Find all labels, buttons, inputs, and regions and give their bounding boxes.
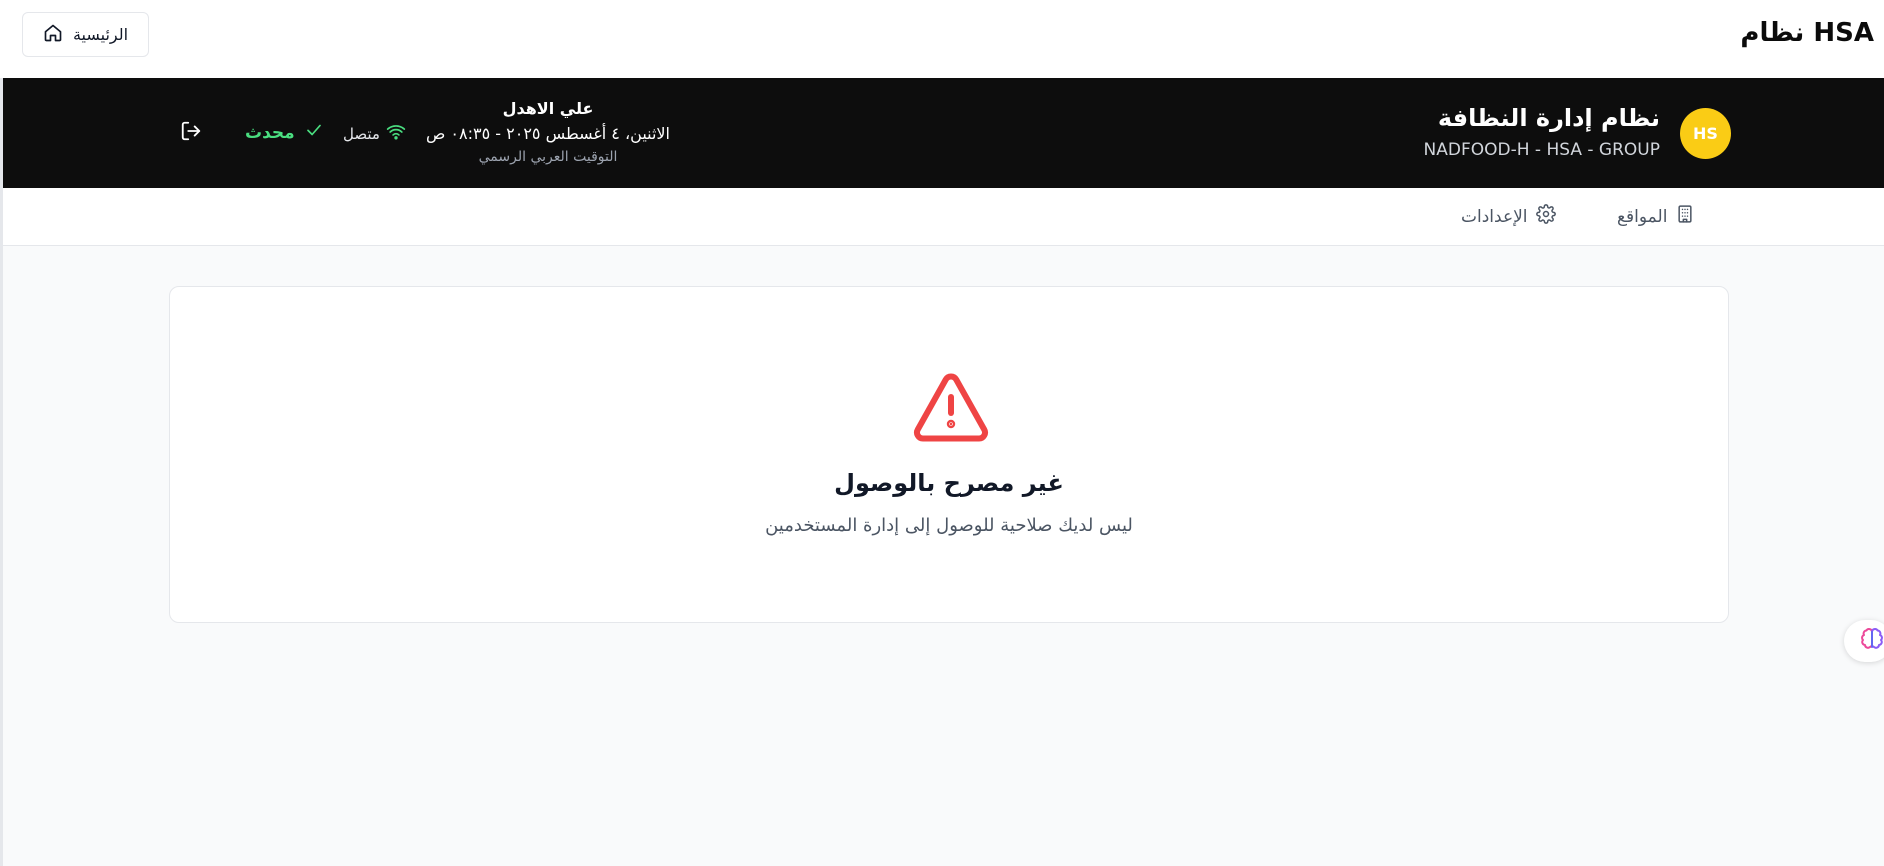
check-icon: [305, 121, 323, 144]
current-datetime: الاثنين، ٤ أغسطس ٢٠٢٥ - ٠٨:٣٥ ص: [425, 124, 670, 143]
access-denied-title: غير مصرح بالوصول: [834, 469, 1064, 497]
logout-button[interactable]: [178, 120, 204, 146]
building-icon: [1675, 204, 1695, 229]
sync-status: محدث: [245, 121, 323, 144]
org-title: نظام إدارة النظافة: [1437, 104, 1660, 132]
nav-item-sites-label: المواقع: [1617, 206, 1668, 227]
logout-icon: [180, 120, 202, 146]
access-denied-card: غير مصرح بالوصول ليس لديك صلاحية للوصول …: [169, 286, 1729, 623]
home-button[interactable]: الرئيسية: [22, 12, 149, 57]
home-label: الرئيسية: [72, 25, 129, 44]
sync-label: محدث: [245, 122, 295, 143]
nav-bar: المواقع الإعدادات: [3, 188, 1884, 246]
nav-item-settings-label: الإعدادات: [1461, 206, 1528, 227]
home-icon: [43, 23, 63, 47]
connection-label: متصل: [343, 125, 380, 143]
org-subtitle: NADFOOD-H - HSA - GROUP: [1423, 140, 1660, 160]
brain-icon: [1860, 627, 1884, 655]
warning-triangle-icon: [912, 371, 990, 443]
top-bar: نظام HSA الرئيسية: [0, 0, 1884, 78]
connection-status: متصل: [343, 122, 406, 146]
nav-item-settings[interactable]: الإعدادات: [1461, 204, 1556, 229]
access-denied-message: ليس لديك صلاحية للوصول إلى إدارة المستخد…: [765, 515, 1133, 536]
user-name: علي الاهدل: [502, 99, 594, 118]
timezone-label: التوقيت العربي الرسمي: [478, 149, 618, 165]
wifi-icon: [386, 122, 406, 146]
gear-icon: [1535, 204, 1556, 229]
nav-item-sites[interactable]: المواقع: [1617, 204, 1695, 229]
app-title: نظام HSA: [1740, 18, 1874, 48]
app-header: HS نظام إدارة النظافة NADFOOD-H - HSA - …: [3, 78, 1884, 188]
avatar[interactable]: HS: [1680, 108, 1731, 159]
assistant-button[interactable]: [1844, 620, 1884, 662]
